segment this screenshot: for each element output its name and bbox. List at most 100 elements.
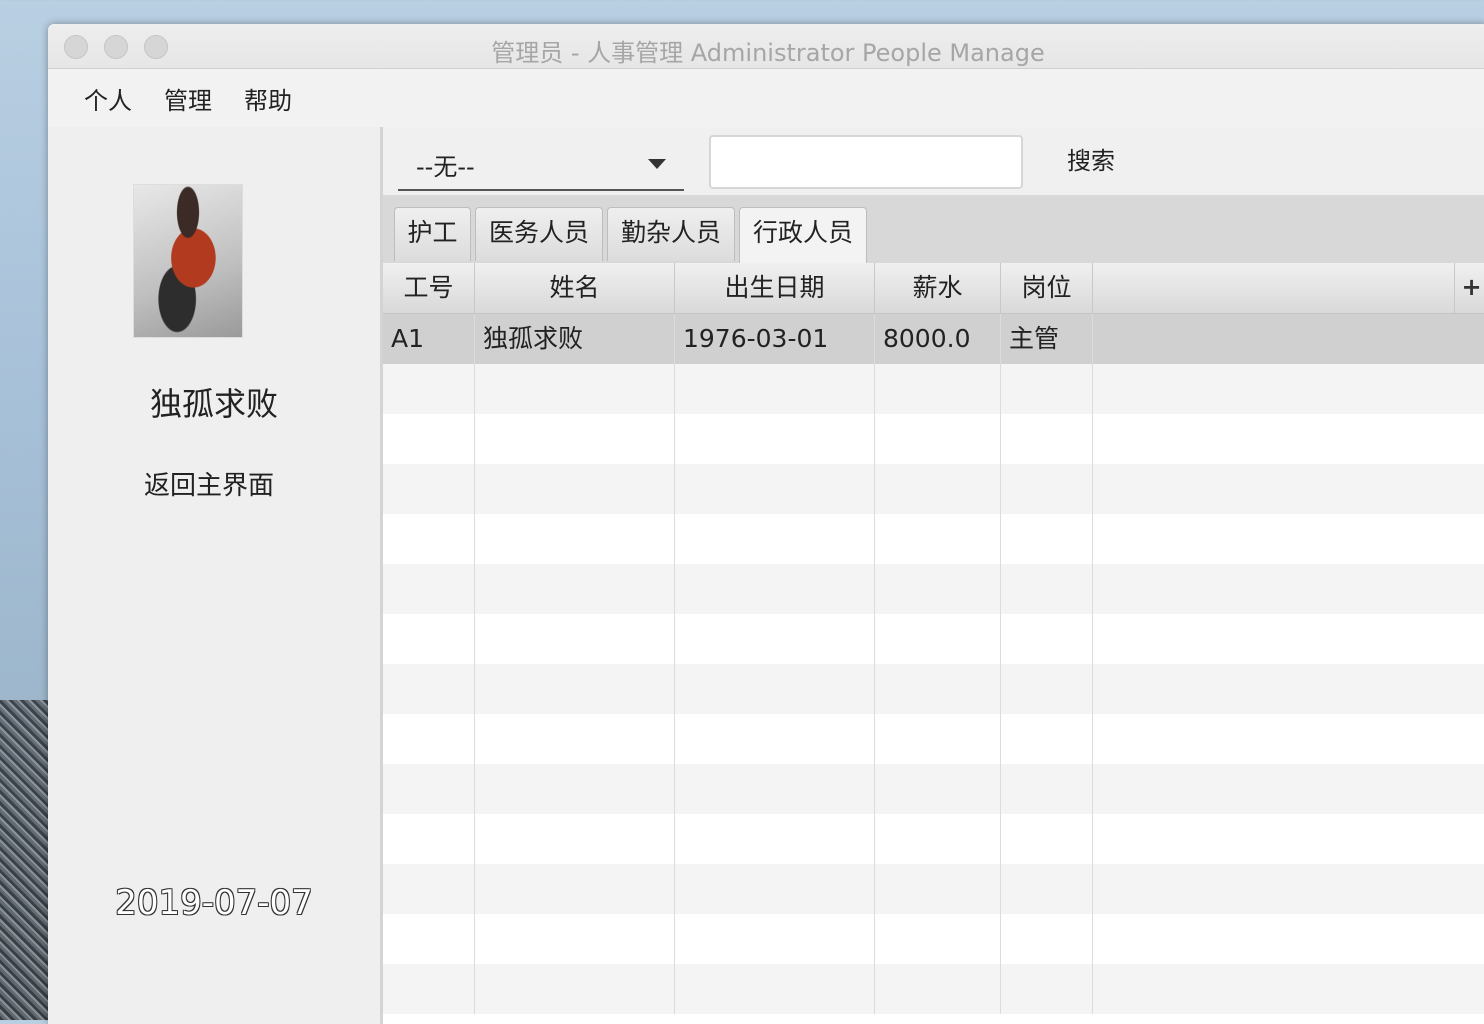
date-label: 2019-07-07 — [115, 883, 313, 923]
cell-empty — [1001, 464, 1093, 514]
cell-empty — [383, 614, 475, 664]
cell-empty — [1093, 414, 1484, 464]
tab-admin-staff[interactable]: 行政人员 — [739, 207, 867, 263]
table-row-empty — [383, 714, 1484, 764]
table-row-empty — [383, 964, 1484, 1014]
desktop-background — [0, 700, 50, 1020]
cell-empty — [475, 864, 675, 914]
cell-empty — [383, 964, 475, 1014]
cell-empty — [383, 864, 475, 914]
cell-empty — [475, 414, 675, 464]
cell-id: A1 — [383, 314, 475, 364]
cell-name: 独孤求败 — [475, 314, 675, 364]
search-input[interactable] — [709, 135, 1023, 189]
cell-empty — [1093, 364, 1484, 414]
tab-support-staff[interactable]: 勤杂人员 — [607, 207, 735, 261]
cell-empty — [475, 664, 675, 714]
cell-empty — [875, 964, 1001, 1014]
title-bar: 管理员 - 人事管理 Administrator People Manage — [48, 24, 1484, 69]
category-tabs: 护工 医务人员 勤杂人员 行政人员 — [383, 197, 1484, 265]
cell-empty — [875, 414, 1001, 464]
cell-empty — [675, 914, 875, 964]
cell-empty — [1093, 764, 1484, 814]
search-bar: --无-- 搜索 — [383, 127, 1484, 197]
menu-manage[interactable]: 管理 — [148, 81, 228, 116]
cell-empty — [1093, 564, 1484, 614]
table-row[interactable]: A1 独孤求败 1976-03-01 8000.0 主管 — [383, 314, 1484, 364]
cell-empty — [1001, 814, 1093, 864]
cell-empty — [475, 914, 675, 964]
search-button[interactable]: 搜索 — [1055, 137, 1127, 187]
table-header: 工号 姓名 出生日期 薪水 岗位 + — [383, 263, 1484, 314]
cell-empty — [1093, 314, 1484, 364]
table-row-empty — [383, 764, 1484, 814]
cell-empty — [475, 614, 675, 664]
cell-empty — [675, 614, 875, 664]
menu-help[interactable]: 帮助 — [228, 81, 308, 116]
cell-empty — [475, 564, 675, 614]
cell-empty — [1001, 664, 1093, 714]
table-row-empty — [383, 464, 1484, 514]
tab-medical-staff[interactable]: 医务人员 — [475, 207, 603, 261]
cell-empty — [875, 464, 1001, 514]
menu-personal[interactable]: 个人 — [68, 81, 148, 116]
cell-empty — [1001, 964, 1093, 1014]
cell-empty — [675, 814, 875, 864]
cell-empty — [475, 514, 675, 564]
cell-empty — [675, 964, 875, 1014]
cell-empty — [875, 514, 1001, 564]
chevron-down-icon — [648, 159, 666, 169]
cell-empty — [1093, 864, 1484, 914]
cell-empty — [475, 764, 675, 814]
cell-position: 主管 — [1001, 314, 1093, 364]
column-header-salary[interactable]: 薪水 — [875, 263, 1001, 313]
column-header-position[interactable]: 岗位 — [1001, 263, 1093, 313]
cell-empty — [383, 814, 475, 864]
cell-empty — [1093, 614, 1484, 664]
cell-empty — [1001, 564, 1093, 614]
table-row-empty — [383, 664, 1484, 714]
table-row-empty — [383, 514, 1484, 564]
column-header-id[interactable]: 工号 — [383, 263, 475, 313]
username-label: 独孤求败 — [149, 385, 278, 423]
cell-empty — [1001, 864, 1093, 914]
cell-empty — [675, 414, 875, 464]
cell-empty — [875, 814, 1001, 864]
cell-empty — [383, 364, 475, 414]
tab-caregiver[interactable]: 护工 — [394, 207, 471, 261]
column-header-name[interactable]: 姓名 — [475, 263, 675, 313]
cell-empty — [383, 514, 475, 564]
table-row-empty — [383, 914, 1484, 964]
cell-empty — [475, 364, 675, 414]
cell-empty — [875, 664, 1001, 714]
cell-empty — [1093, 464, 1484, 514]
cell-empty — [1001, 364, 1093, 414]
plus-icon[interactable]: + — [1454, 263, 1484, 313]
back-to-main-button[interactable]: 返回主界面 — [48, 465, 370, 502]
filter-selected-value: --无-- — [416, 153, 475, 181]
avatar — [134, 185, 242, 337]
cell-empty — [383, 414, 475, 464]
column-header-birthdate[interactable]: 出生日期 — [675, 263, 875, 313]
cell-empty — [1001, 614, 1093, 664]
table-row-empty — [383, 614, 1484, 664]
cell-empty — [675, 764, 875, 814]
column-header-filler — [1093, 263, 1484, 313]
menu-bar: 个人 管理 帮助 — [48, 69, 1484, 128]
cell-empty — [1093, 814, 1484, 864]
cell-empty — [1001, 514, 1093, 564]
table-row-empty — [383, 364, 1484, 414]
cell-empty — [875, 564, 1001, 614]
filter-dropdown[interactable]: --无-- — [398, 137, 684, 191]
cell-empty — [1093, 964, 1484, 1014]
cell-empty — [1001, 914, 1093, 964]
cell-empty — [475, 714, 675, 764]
cell-empty — [475, 464, 675, 514]
cell-empty — [675, 664, 875, 714]
cell-empty — [875, 914, 1001, 964]
cell-empty — [875, 614, 1001, 664]
cell-birthdate: 1976-03-01 — [675, 314, 875, 364]
cell-salary: 8000.0 — [875, 314, 1001, 364]
cell-empty — [1001, 764, 1093, 814]
cell-empty — [675, 464, 875, 514]
